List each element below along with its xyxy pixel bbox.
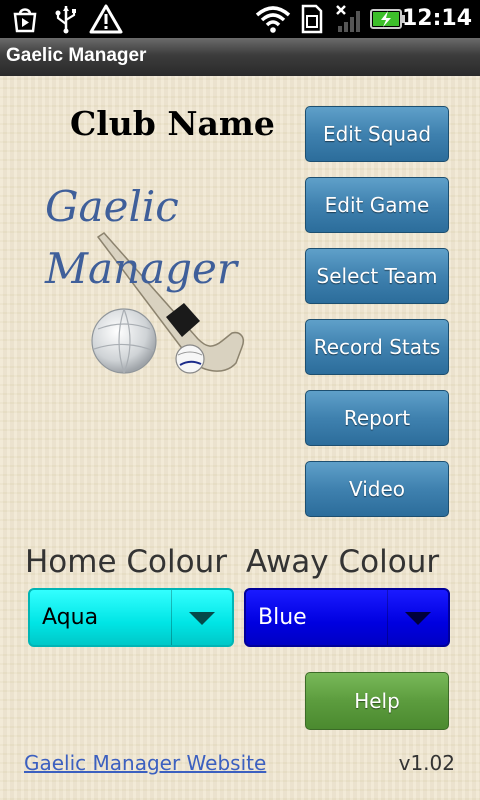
help-button[interactable]: Help [305, 672, 449, 730]
chevron-down-icon[interactable] [387, 590, 448, 645]
logo-text-manager: Manager [44, 244, 240, 293]
version-label: v1.02 [398, 751, 455, 775]
away-colour-select[interactable]: Blue [244, 588, 450, 647]
website-link[interactable]: Gaelic Manager Website [24, 751, 266, 775]
video-button[interactable]: Video [305, 461, 449, 517]
sim-card-icon [298, 4, 326, 34]
club-name[interactable]: Club Name [70, 104, 275, 143]
home-colour-label: Home Colour [25, 544, 227, 580]
chevron-down-icon[interactable] [171, 590, 232, 645]
battery-charging-icon [370, 4, 406, 34]
edit-squad-button[interactable]: Edit Squad [305, 106, 449, 162]
no-signal-icon [334, 4, 364, 34]
wifi-icon [254, 4, 292, 34]
usb-icon [52, 4, 80, 34]
edit-game-button[interactable]: Edit Game [305, 177, 449, 233]
status-bar: 12:14 [0, 0, 480, 38]
home-colour-value: Aqua [42, 605, 99, 630]
play-store-icon [10, 4, 40, 34]
report-button[interactable]: Report [305, 390, 449, 446]
select-team-button[interactable]: Select Team [305, 248, 449, 304]
status-time: 12:14 [401, 6, 472, 31]
main-content: Club Name Gaelic Manager Edit Squad Edit… [0, 76, 480, 800]
app-title: Gaelic Manager [6, 45, 147, 66]
away-colour-label: Away Colour [246, 544, 440, 580]
logo-text-gaelic: Gaelic [45, 182, 179, 231]
record-stats-button[interactable]: Record Stats [305, 319, 449, 375]
away-colour-value: Blue [258, 605, 307, 630]
gaelic-manager-logo: Gaelic Manager [44, 182, 244, 374]
warning-icon [88, 4, 124, 34]
home-colour-select[interactable]: Aqua [28, 588, 234, 647]
title-bar: Gaelic Manager [0, 38, 480, 78]
